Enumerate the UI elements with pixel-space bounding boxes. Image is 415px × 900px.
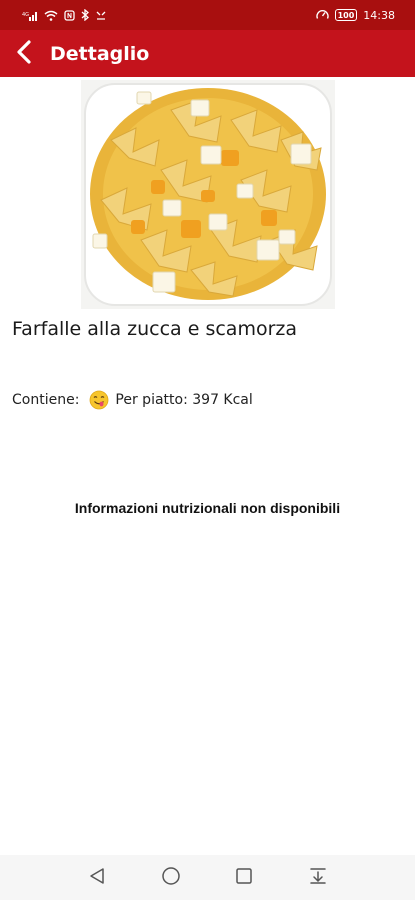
contains-row: Contiene: Per piatto: 397 Kcal [12, 390, 407, 410]
svg-text:4G: 4G [22, 12, 29, 18]
status-right: 100 14:38 [315, 8, 395, 22]
nav-notification-button[interactable] [298, 858, 338, 898]
contains-label: Contiene: [12, 392, 80, 408]
page-title: Dettaglio [50, 42, 150, 65]
nav-recents-button[interactable] [224, 858, 264, 898]
yum-emoji-icon [89, 390, 109, 410]
status-left: 4G [22, 9, 107, 21]
nav-home-button[interactable] [151, 858, 191, 898]
alarm-icon [95, 10, 107, 21]
wifi-icon [44, 10, 58, 21]
chevron-left-icon [16, 39, 32, 68]
signal-icon: 4G [22, 10, 38, 21]
back-triangle-icon [89, 867, 105, 889]
bluetooth-icon [81, 9, 89, 21]
nav-back-button[interactable] [77, 858, 117, 898]
calories-text: Per piatto: 397 Kcal [115, 392, 253, 408]
nutrition-unavailable-message: Informazioni nutrizionali non disponibil… [74, 500, 341, 516]
app-bar: Dettaglio [0, 30, 415, 77]
system-nav-bar [0, 855, 415, 900]
nfc-icon [64, 9, 75, 21]
battery-icon: 100 [334, 9, 358, 21]
dish-photo [81, 80, 335, 309]
speed-icon [315, 9, 329, 21]
status-bar: 4G 100 14:38 [0, 0, 415, 30]
back-button[interactable] [4, 30, 44, 77]
home-circle-icon [161, 866, 181, 890]
recents-square-icon [235, 867, 253, 889]
notification-pull-icon [309, 867, 327, 889]
dish-title: Farfalle alla zucca e scamorza [12, 318, 298, 340]
status-time: 14:38 [363, 8, 395, 22]
